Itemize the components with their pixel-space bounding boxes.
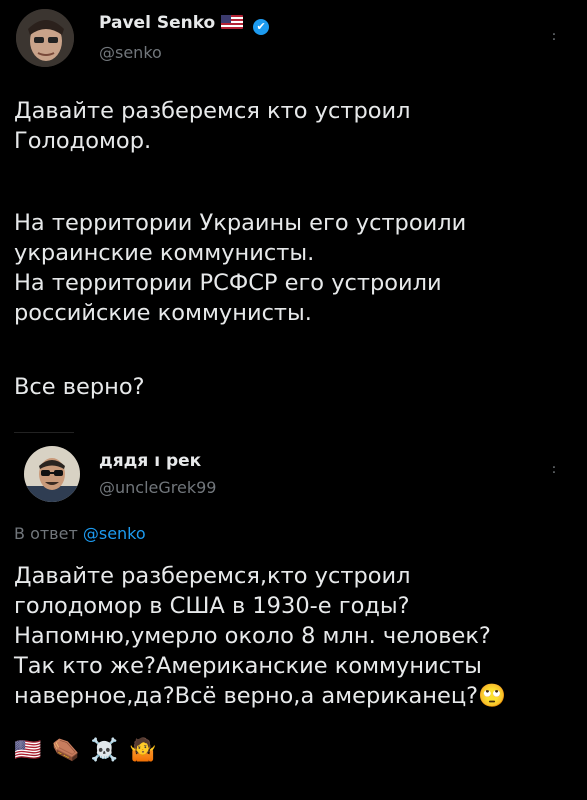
text-line: голодомор в США в 1930-е годы? [14, 593, 410, 619]
text-line: На территории РСФСР его устроили [14, 270, 442, 296]
text-line: наверное,да?Всё верно,а американец?🙄 [14, 683, 507, 709]
us-flag-emoji: 🇺🇸 [14, 738, 42, 763]
author-name-row[interactable]: Pavel Senko ✔ [99, 13, 270, 35]
avatar-image [16, 9, 74, 67]
tweet-text: Давайте разберемся,кто устроил голодомор… [14, 561, 574, 711]
text-line: Так кто же?Американские коммунисты [14, 653, 482, 679]
reply-mention-link[interactable]: @senko [83, 524, 146, 543]
reply-label: В ответ [14, 524, 78, 543]
skull-crossbones-emoji: ☠️ [90, 738, 119, 763]
text-line: Давайте разберемся,кто устроил [14, 563, 411, 589]
author-handle[interactable]: @senko [99, 43, 162, 62]
author-handle[interactable]: @uncleGrek99 [99, 478, 216, 497]
shrug-emoji: 🤷 [129, 738, 157, 763]
more-options-icon[interactable]: · · [551, 28, 557, 47]
verified-badge-icon: ✔ [253, 19, 270, 35]
author-name[interactable]: дядя ı рек [99, 451, 201, 471]
divider [14, 432, 74, 433]
text-line: российские коммунисты. [14, 300, 312, 326]
avatar[interactable] [24, 446, 80, 502]
text-line: украинские коммунисты. [14, 240, 315, 266]
text-line: Голодомор. [14, 128, 152, 154]
reply-context: В ответ @senko [14, 524, 146, 543]
text-line: Все верно? [14, 374, 145, 400]
text-line: Давайте разберемся кто устроил [14, 98, 411, 124]
tweet-text: Давайте разберемся кто устроил Голодомор… [14, 96, 574, 402]
emoji-row: 🇺🇸 ⚰️ ☠️ 🤷 [14, 738, 161, 763]
avatar-image [24, 446, 80, 502]
text-line: На территории Украины его устроили [14, 210, 467, 236]
author-name[interactable]: Pavel Senko [99, 13, 215, 33]
us-flag-icon [221, 15, 244, 29]
text-line: Напомню,умерло около 8 млн. человек? [14, 623, 491, 649]
more-options-icon[interactable]: · · [551, 461, 557, 480]
coffin-emoji: ⚰️ [52, 738, 80, 763]
avatar[interactable] [16, 9, 74, 67]
